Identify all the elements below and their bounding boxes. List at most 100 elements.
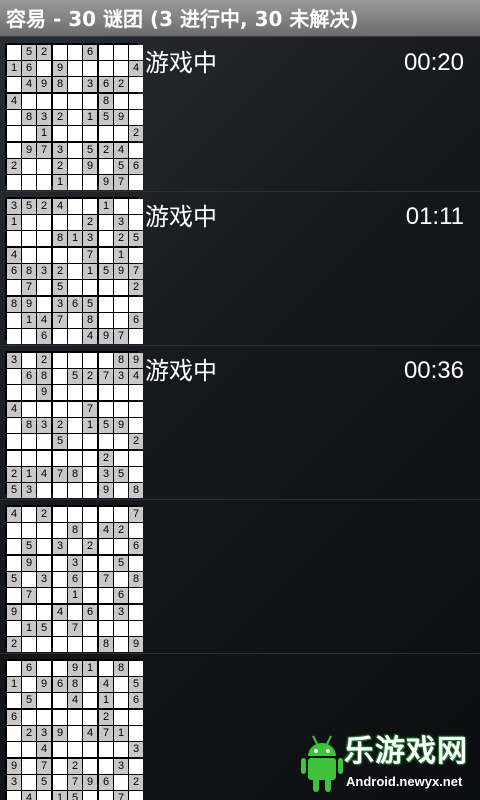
sudoku-cell [37,791,51,800]
puzzle-list[interactable]: 5261694498362488321591297352422956197 游戏… [0,38,480,800]
sudoku-cell [53,572,67,587]
sudoku-cell: 9 [37,385,51,400]
sudoku-cell: 9 [7,605,21,620]
sudoku-cell: 1 [7,61,21,76]
sudoku-cell: 5 [129,677,143,692]
sudoku-cell [22,523,36,538]
sudoku-cell: 8 [22,264,36,279]
sudoku-cell [7,556,21,571]
sudoku-cell [7,588,21,603]
sudoku-cell [114,710,128,725]
sudoku-cell [53,588,67,603]
sudoku-cell: 1 [7,215,21,230]
sudoku-cell [53,402,67,417]
sudoku-cell [68,710,82,725]
sudoku-cell: 2 [83,369,97,384]
sudoku-cell [114,677,128,692]
sudoku-cell: 6 [22,369,36,384]
sudoku-cell [129,77,143,92]
sudoku-cell: 8 [68,467,82,482]
sudoku-cell [37,588,51,603]
sudoku-cell [114,775,128,790]
sudoku-cell: 2 [99,143,113,158]
sudoku-cell [22,605,36,620]
sudoku-cell: 5 [83,143,97,158]
sudoku-cell [99,353,113,368]
sudoku-cell: 4 [68,693,82,708]
sudoku-cell: 4 [22,791,36,800]
android-robot-icon [301,735,343,792]
sudoku-cell: 8 [53,231,67,246]
sudoku-cell [114,199,128,214]
sudoku-cell: 9 [114,110,128,125]
sudoku-cell: 6 [114,588,128,603]
sudoku-cell: 9 [22,297,36,312]
puzzle-row[interactable]: 3289685273494783215952221478355398 游戏中 0… [0,346,480,500]
sudoku-cell [68,280,82,295]
sudoku-cell [83,791,97,800]
sudoku-cell [37,402,51,417]
page-title: 容易 - 30 谜团 (3 进行中, 30 未解决) [6,7,359,31]
sudoku-cell [129,605,143,620]
sudoku-cell: 5 [22,199,36,214]
sudoku-cell: 8 [99,94,113,109]
sudoku-cell: 7 [83,402,97,417]
sudoku-cell [68,175,82,190]
sudoku-cell: 2 [7,467,21,482]
sudoku-cell [99,759,113,774]
sudoku-cell [37,434,51,449]
sudoku-cell [22,759,36,774]
sudoku-cell: 2 [114,231,128,246]
sudoku-cell [37,215,51,230]
sudoku-cell [83,483,97,498]
sudoku-cell [53,775,67,790]
puzzle-row[interactable]: 4278425326935536787169463157289 [0,500,480,654]
sudoku-cell: 4 [83,726,97,741]
sudoku-cell: 5 [22,539,36,554]
puzzle-row[interactable]: 5261694498362488321591297352422956197 游戏… [0,38,480,192]
sudoku-cell [53,621,67,636]
sudoku-cell: 9 [22,556,36,571]
sudoku-cell: 2 [68,759,82,774]
sudoku-cell: 3 [114,605,128,620]
sudoku-cell: 3 [129,742,143,757]
sudoku-cell: 5 [114,556,128,571]
sudoku-cell [83,556,97,571]
sudoku-cell: 1 [53,175,67,190]
sudoku-cell: 7 [22,588,36,603]
sudoku-cell: 8 [68,523,82,538]
sudoku-cell [114,451,128,466]
sudoku-cell: 3 [7,775,21,790]
sudoku-cell [68,434,82,449]
sudoku-cell: 2 [37,199,51,214]
sudoku-cell [68,483,82,498]
sudoku-cell: 3 [53,297,67,312]
sudoku-cell [22,215,36,230]
sudoku-cell: 7 [37,759,51,774]
sudoku-cell [114,402,128,417]
sudoku-cell: 5 [7,483,21,498]
sudoku-cell [53,710,67,725]
sudoku-cell: 1 [114,726,128,741]
sudoku-cell: 4 [22,77,36,92]
sudoku-cell: 8 [53,77,67,92]
sudoku-cell [37,710,51,725]
sudoku-cell [83,710,97,725]
sudoku-cell: 3 [53,539,67,554]
sudoku-cell [7,693,21,708]
sudoku-cell [129,451,143,466]
puzzle-row[interactable]: 3524112381325471683215977528936514786649… [0,192,480,346]
sudoku-cell [83,451,97,466]
sudoku-cell: 5 [99,418,113,433]
sudoku-cell [99,402,113,417]
sudoku-cell [83,523,97,538]
sudoku-cell: 6 [7,710,21,725]
sudoku-cell [68,264,82,279]
sudoku-cell: 4 [114,143,128,158]
sudoku-cell [68,45,82,60]
sudoku-cell [7,791,21,800]
sudoku-cell: 3 [22,483,36,498]
sudoku-cell: 5 [37,621,51,636]
sudoku-cell: 9 [37,677,51,692]
sudoku-cell: 9 [53,61,67,76]
